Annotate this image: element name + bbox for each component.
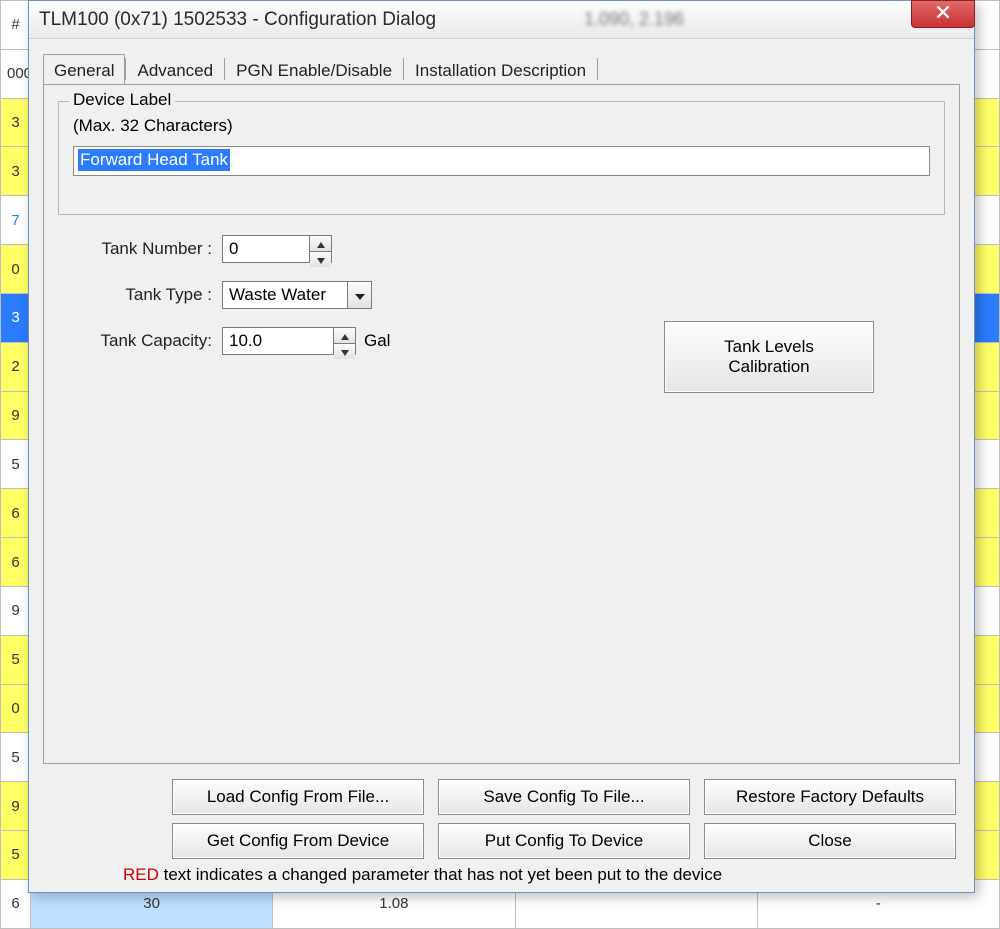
tab-page-general: Device Label (Max. 32 Characters) Forwar… [43, 84, 960, 764]
footer-rest-text: text indicates a changed parameter that … [159, 865, 722, 884]
tab-advanced[interactable]: Advanced [126, 54, 224, 85]
footer-red-text: RED [123, 865, 159, 884]
tank-type-combo[interactable]: Waste Water [222, 281, 372, 309]
tank-number-label: Tank Number : [62, 239, 212, 259]
get-config-button[interactable]: Get Config From Device [172, 823, 424, 859]
restore-defaults-button[interactable]: Restore Factory Defaults [704, 779, 956, 815]
tab-strip: General Advanced PGN Enable/Disable Inst… [43, 53, 966, 84]
tank-capacity-label: Tank Capacity: [62, 331, 212, 351]
tank-capacity-unit: Gal [364, 331, 390, 351]
titlebar[interactable]: TLM100 (0x71) 1502533 - Configuration Di… [29, 1, 974, 39]
device-label-input[interactable]: Forward Head Tank [73, 146, 930, 176]
tank-capacity-up-button[interactable] [334, 328, 355, 343]
titlebar-blur-text: 1.090, 2.196 [584, 9, 684, 30]
tank-capacity-field[interactable] [223, 328, 333, 354]
save-config-button[interactable]: Save Config To File... [438, 779, 690, 815]
group-legend: Device Label [69, 90, 175, 110]
close-button[interactable]: Close [704, 823, 956, 859]
tank-number-down-button[interactable] [310, 251, 331, 267]
configuration-dialog: TLM100 (0x71) 1502533 - Configuration Di… [28, 0, 975, 893]
window-title: TLM100 (0x71) 1502533 - Configuration Di… [39, 9, 436, 31]
window-close-button[interactable] [911, 0, 975, 28]
close-icon [936, 5, 950, 23]
put-config-button[interactable]: Put Config To Device [438, 823, 690, 859]
tab-installation-description[interactable]: Installation Description [404, 54, 597, 85]
device-label-group: Device Label (Max. 32 Characters) Forwar… [58, 101, 945, 215]
tab-pgn-enable-disable[interactable]: PGN Enable/Disable [225, 54, 403, 85]
tank-number-spinner[interactable] [222, 235, 332, 263]
bg-cell: # [1, 1, 31, 50]
device-label-value: Forward Head Tank [78, 149, 230, 171]
load-config-button[interactable]: Load Config From File... [172, 779, 424, 815]
tank-type-dropdown-button[interactable] [347, 282, 371, 308]
tank-number-up-button[interactable] [310, 236, 331, 251]
tab-general[interactable]: General [43, 54, 125, 85]
group-hint: (Max. 32 Characters) [73, 116, 233, 136]
chevron-down-icon [317, 252, 325, 267]
tank-levels-calibration-button[interactable]: Tank Levels Calibration [664, 321, 874, 393]
tank-number-field[interactable] [223, 236, 309, 262]
tank-capacity-spinner[interactable] [222, 327, 356, 355]
tank-capacity-down-button[interactable] [334, 343, 355, 359]
chevron-up-icon [341, 328, 349, 343]
chevron-down-icon [341, 344, 349, 359]
tank-type-value: Waste Water [223, 282, 347, 308]
chevron-down-icon [355, 287, 365, 304]
chevron-up-icon [317, 236, 325, 251]
tank-type-label: Tank Type : [62, 285, 212, 305]
footer-note: RED text indicates a changed parameter t… [123, 865, 956, 885]
